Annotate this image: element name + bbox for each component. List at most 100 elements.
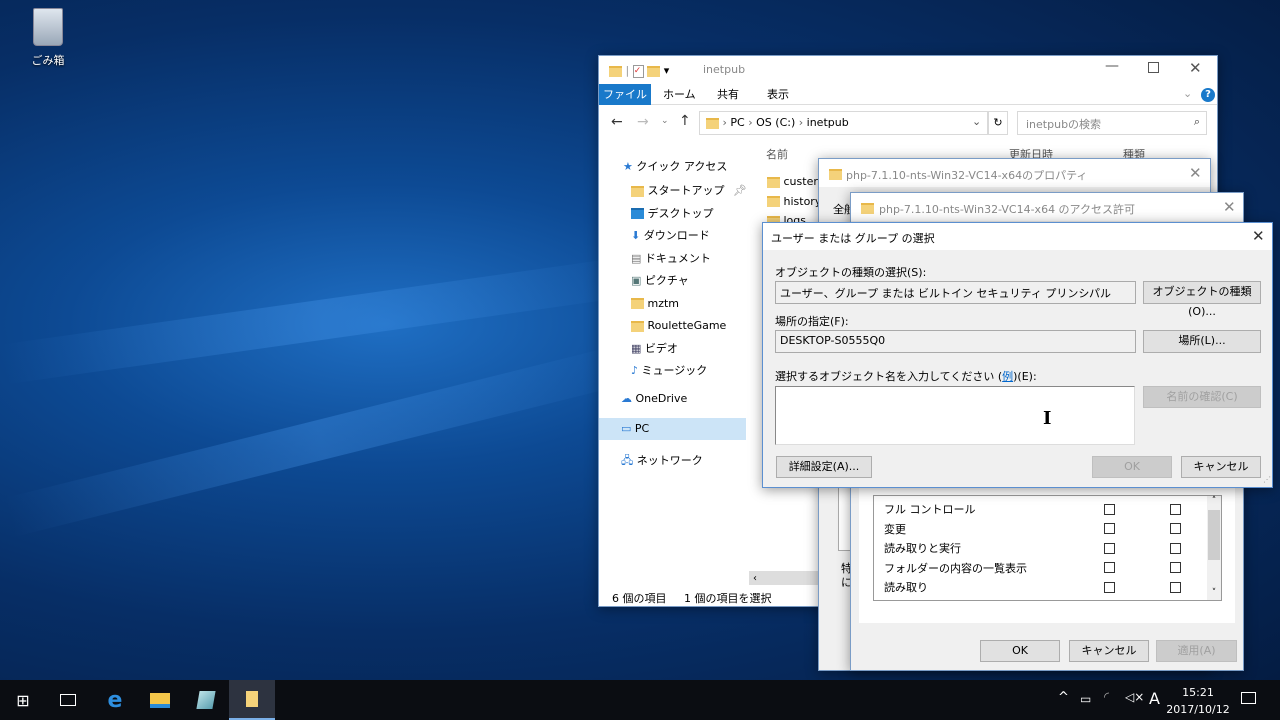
address-bar[interactable]: › PC › OS (C:) › inetpub ⌄ bbox=[699, 111, 988, 135]
app-taskbar-button[interactable] bbox=[183, 680, 229, 720]
close-button[interactable]: ✕ bbox=[1223, 198, 1236, 216]
location-label: 場所の指定(F): bbox=[775, 315, 849, 328]
permission-row: 読み取りと実行 bbox=[884, 542, 961, 556]
deny-checkbox[interactable] bbox=[1170, 582, 1181, 593]
cancel-button[interactable]: キャンセル bbox=[1069, 640, 1149, 662]
windows-icon: ⊞ bbox=[16, 690, 30, 710]
object-name-label: 選択するオブジェクト名を入力してください (例)(E): bbox=[775, 370, 1037, 383]
task-view-button[interactable] bbox=[45, 680, 91, 720]
nav-pc[interactable]: ▭ PC bbox=[599, 418, 746, 440]
nav-item[interactable]: ▣ ピクチャ bbox=[631, 270, 726, 293]
star-icon: ★ bbox=[623, 160, 633, 173]
ime-indicator[interactable]: A bbox=[1149, 689, 1160, 708]
action-center-icon[interactable] bbox=[1241, 692, 1256, 704]
maximize-button[interactable] bbox=[1148, 62, 1159, 73]
minimize-button[interactable]: — bbox=[1105, 58, 1119, 74]
examples-link[interactable]: 例 bbox=[1002, 370, 1013, 383]
close-button[interactable]: ✕ bbox=[1252, 227, 1265, 245]
permission-row: 読み取り bbox=[884, 581, 928, 595]
wifi-icon[interactable]: ◜ bbox=[1104, 690, 1109, 705]
nav-item[interactable]: スタートアップ 📌︎ bbox=[631, 180, 747, 203]
refresh-button[interactable]: ↻ bbox=[988, 111, 1008, 135]
breadcrumb-drive[interactable]: OS (C:) bbox=[756, 116, 795, 129]
window-title: inetpub bbox=[703, 63, 746, 76]
object-types-button[interactable]: オブジェクトの種類(O)... bbox=[1143, 281, 1261, 318]
resize-grip[interactable]: ⋰ bbox=[1263, 475, 1271, 484]
explorer-taskbar-button[interactable] bbox=[137, 680, 183, 720]
file-row[interactable]: custerr bbox=[767, 172, 822, 192]
expand-ribbon-icon[interactable]: ⌄ bbox=[1183, 87, 1192, 100]
status-selected: 1 個の項目を選択 bbox=[684, 592, 772, 605]
app-icon bbox=[196, 691, 216, 709]
breadcrumb-inetpub[interactable]: inetpub bbox=[807, 116, 849, 129]
advanced-button[interactable]: 詳細設定(A)... bbox=[776, 456, 872, 478]
recycle-bin[interactable]: ごみ箱 bbox=[22, 8, 74, 68]
help-icon[interactable]: ? bbox=[1201, 88, 1215, 102]
nav-onedrive[interactable]: ☁ OneDrive bbox=[621, 392, 687, 405]
allow-checkbox[interactable] bbox=[1104, 543, 1115, 554]
properties-icon[interactable]: ✓ bbox=[632, 64, 644, 78]
forward-button[interactable]: → bbox=[637, 114, 649, 130]
select-users-dialog: ユーザー または グループ の選択 ✕ オブジェクトの種類の選択(S): ユーザ… bbox=[762, 222, 1273, 488]
chevron-down-icon[interactable]: ⌄ bbox=[972, 115, 981, 128]
cancel-button[interactable]: キャンセル bbox=[1181, 456, 1261, 478]
nav-item[interactable]: ♪ ミュージック bbox=[631, 360, 726, 383]
folder-icon bbox=[609, 65, 622, 77]
start-button[interactable]: ⊞ bbox=[0, 680, 46, 720]
nav-item[interactable]: mztm bbox=[631, 293, 726, 316]
object-name-input[interactable] bbox=[775, 386, 1135, 445]
up-button[interactable]: ↑ bbox=[679, 113, 691, 129]
permission-row: フォルダーの内容の一覧表示 bbox=[884, 561, 1027, 575]
computer-icon: ▭ bbox=[621, 422, 632, 435]
allow-checkbox[interactable] bbox=[1104, 504, 1115, 515]
vertical-scrollbar[interactable]: ˄ ˅ bbox=[1207, 496, 1221, 600]
cloud-icon: ☁ bbox=[621, 392, 632, 405]
permission-list: フル コントロール 変更 読み取りと実行 フォルダーの内容の一覧表示 読み取り … bbox=[873, 495, 1222, 601]
tab-share[interactable]: 共有 bbox=[717, 84, 739, 105]
allow-checkbox[interactable] bbox=[1104, 582, 1115, 593]
volume-muted-icon[interactable]: ◁× bbox=[1125, 690, 1144, 704]
recent-dropdown[interactable]: ⌄ bbox=[661, 116, 669, 126]
properties-title: php-7.1.10-nts-Win32-VC14-x64のプロパティ bbox=[846, 169, 1088, 182]
deny-checkbox[interactable] bbox=[1170, 543, 1181, 554]
tab-view[interactable]: 表示 bbox=[767, 84, 789, 105]
folder-taskbar-button[interactable] bbox=[229, 680, 275, 720]
deny-checkbox[interactable] bbox=[1170, 504, 1181, 515]
quick-access-toolbar: | ✓ ▾ bbox=[609, 64, 669, 78]
close-button[interactable]: ✕ bbox=[1189, 164, 1202, 182]
file-row[interactable]: history bbox=[767, 192, 822, 212]
file-explorer-icon bbox=[150, 692, 170, 708]
breadcrumb-pc[interactable]: PC bbox=[730, 116, 744, 129]
close-button[interactable]: ✕ bbox=[1189, 59, 1202, 77]
location-field: DESKTOP-S0555Q0 bbox=[775, 330, 1136, 353]
nav-network[interactable]: 🖧︎ ネットワーク bbox=[621, 452, 703, 471]
quick-access[interactable]: ★ クイック アクセス bbox=[623, 158, 727, 174]
nav-list: スタートアップ 📌︎ デスクトップ ⬇ ダウンロード ▤ ドキュメント ▣ ピクチ… bbox=[631, 180, 747, 383]
search-input[interactable]: inetpubの検索 ⌕ bbox=[1017, 111, 1207, 135]
tab-home[interactable]: ホーム bbox=[663, 84, 696, 105]
locations-button[interactable]: 場所(L)... bbox=[1143, 330, 1261, 353]
folder-icon bbox=[861, 202, 874, 214]
allow-checkbox[interactable] bbox=[1104, 562, 1115, 573]
nav-item[interactable]: RouletteGame bbox=[631, 315, 726, 338]
horizontal-scrollbar[interactable]: ‹ bbox=[749, 571, 819, 585]
column-name[interactable]: 名前 bbox=[766, 146, 788, 162]
recycle-bin-label: ごみ箱 bbox=[31, 54, 65, 67]
status-item-count: 6 個の項目 bbox=[612, 592, 667, 605]
show-hidden-icons[interactable]: ^ bbox=[1058, 690, 1069, 705]
deny-checkbox[interactable] bbox=[1170, 523, 1181, 534]
tab-file[interactable]: ファイル bbox=[599, 84, 651, 105]
deny-checkbox[interactable] bbox=[1170, 562, 1181, 573]
back-button[interactable]: ← bbox=[611, 114, 623, 130]
allow-checkbox[interactable] bbox=[1104, 523, 1115, 534]
nav-item[interactable]: デスクトップ bbox=[631, 203, 726, 226]
edge-taskbar-button[interactable]: e bbox=[92, 680, 138, 720]
customize-icon[interactable]: ▾ bbox=[664, 64, 670, 77]
nav-item[interactable]: ⬇ ダウンロード bbox=[631, 225, 726, 248]
battery-icon[interactable]: ▭ bbox=[1080, 692, 1091, 706]
nav-item[interactable]: ▤ ドキュメント bbox=[631, 248, 726, 271]
ok-button[interactable]: OK bbox=[980, 640, 1060, 662]
clock[interactable]: 15:21 2017/10/12 bbox=[1165, 684, 1231, 718]
nav-item[interactable]: ▦ ビデオ bbox=[631, 338, 726, 361]
new-folder-icon[interactable] bbox=[647, 65, 661, 77]
